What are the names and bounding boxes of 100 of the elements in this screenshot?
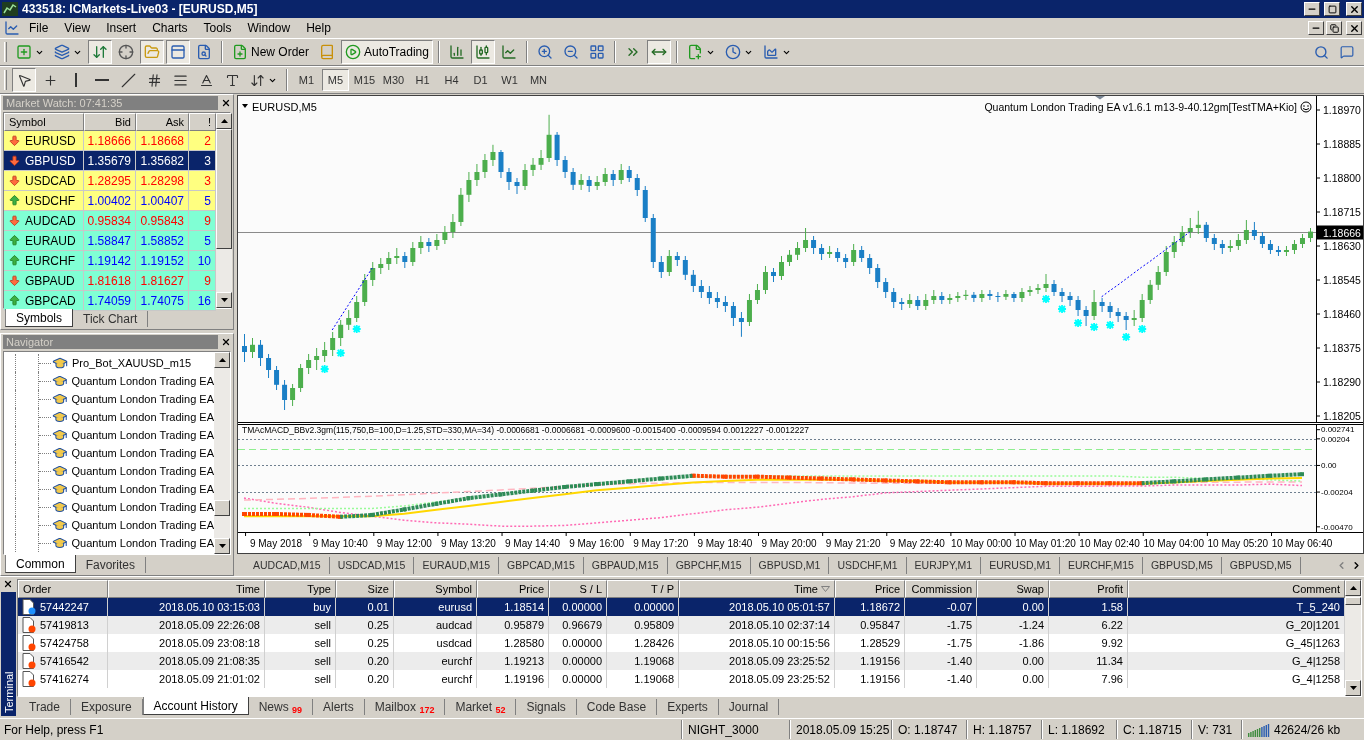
- scrollbar-thumb[interactable]: [216, 129, 232, 249]
- column-header[interactable]: Commission: [905, 580, 977, 598]
- column-header[interactable]: Price: [477, 580, 549, 598]
- tree-item[interactable]: Quantum London Trading EA: [71, 375, 214, 387]
- toolbar-button[interactable]: [140, 40, 164, 64]
- column-header[interactable]: Symbol: [394, 580, 477, 598]
- menu-item[interactable]: View: [57, 19, 98, 37]
- tab[interactable]: Favorites: [75, 557, 147, 573]
- chart-tab[interactable]: AUDCAD,M15: [245, 556, 330, 574]
- close-icon[interactable]: [221, 337, 231, 347]
- tab[interactable]: Account History: [142, 697, 249, 715]
- quote-row[interactable]: GBPUSD 1.35679 1.35682 3: [4, 151, 216, 171]
- chart-tab[interactable]: EURJPY,M1: [906, 556, 982, 574]
- vertical-scrollbar[interactable]: [214, 352, 230, 554]
- timeframe-button[interactable]: M15: [351, 69, 378, 91]
- column-header[interactable]: Swap: [977, 580, 1049, 598]
- chart-tab[interactable]: EURCHF,M15: [1060, 556, 1143, 574]
- toolbar-button[interactable]: [88, 40, 112, 64]
- toolbar-button[interactable]: [470, 40, 495, 64]
- scroll-up-button[interactable]: [216, 113, 232, 129]
- column-header[interactable]: Size: [336, 580, 394, 598]
- menu-item[interactable]: Insert: [99, 19, 144, 37]
- tab[interactable]: Common: [5, 555, 76, 573]
- tree-item[interactable]: Quantum London Trading EA: [71, 501, 214, 513]
- tab[interactable]: Signals: [516, 699, 577, 715]
- close-button[interactable]: [1346, 21, 1362, 35]
- column-header[interactable]: !: [189, 113, 216, 131]
- tab[interactable]: Tick Chart: [73, 311, 149, 327]
- chart-tab[interactable]: GBPCHF,M15: [667, 556, 751, 574]
- tree-item[interactable]: Quantum London Trading EA: [71, 483, 214, 495]
- column-header[interactable]: T / P: [607, 580, 679, 598]
- column-header[interactable]: Type: [265, 580, 336, 598]
- quote-row[interactable]: GBPAUD 1.81618 1.81627 9: [4, 271, 216, 291]
- quote-row[interactable]: USDCAD 1.28295 1.28298 3: [4, 171, 216, 191]
- tab[interactable]: Symbols: [5, 309, 73, 327]
- chart-tab[interactable]: GBPUSD,M1: [750, 556, 830, 574]
- column-header[interactable]: Ask: [136, 113, 189, 131]
- scroll-down-button[interactable]: [214, 538, 230, 554]
- tab[interactable]: Trade: [19, 699, 71, 715]
- quote-row[interactable]: EURAUD 1.58847 1.58852 5: [4, 231, 216, 251]
- timeframe-button[interactable]: M30: [380, 69, 407, 91]
- toolbar-button[interactable]: [12, 68, 36, 92]
- menu-item[interactable]: File: [22, 19, 56, 37]
- chart-tab[interactable]: GBPAUD,M15: [583, 556, 668, 574]
- tree-item[interactable]: Quantum London Trading EA: [71, 393, 214, 405]
- toolbar-button[interactable]: [646, 40, 671, 64]
- timeframe-button[interactable]: MN: [525, 69, 552, 91]
- column-header[interactable]: Order: [18, 580, 108, 598]
- scroll-up-button[interactable]: [214, 352, 230, 368]
- toolbar-button[interactable]: AutoTrading: [341, 40, 433, 64]
- menu-item[interactable]: Window: [240, 19, 298, 37]
- chart-tab[interactable]: USDCHF,M1: [829, 556, 907, 574]
- timeframe-button[interactable]: H4: [438, 69, 465, 91]
- tree-item[interactable]: Quantum London Trading EA: [71, 447, 214, 459]
- maximize-button[interactable]: [1324, 2, 1340, 16]
- tab[interactable]: News 99: [248, 699, 313, 715]
- scrollbar-thumb[interactable]: [214, 500, 230, 516]
- tab[interactable]: Alerts: [313, 699, 365, 715]
- timeframe-button[interactable]: M5: [322, 69, 349, 91]
- timeframe-button[interactable]: H1: [409, 69, 436, 91]
- tab[interactable]: Market 52: [445, 699, 517, 715]
- column-header[interactable]: S / L: [549, 580, 607, 598]
- menu-item[interactable]: Help: [299, 19, 338, 37]
- close-icon[interactable]: [221, 98, 231, 108]
- close-icon[interactable]: [3, 579, 13, 589]
- chart-tab[interactable]: GBPUSD,M5: [1221, 556, 1301, 574]
- column-header[interactable]: Time: [108, 580, 265, 598]
- chart-tab[interactable]: GBPUSD,M5: [1142, 556, 1222, 574]
- tree-item[interactable]: Quantum London Trading EA: [71, 429, 214, 441]
- minimize-button[interactable]: [1304, 2, 1320, 16]
- close-button[interactable]: [1346, 2, 1362, 16]
- quote-row[interactable]: EURUSD 1.18666 1.18668 2: [4, 131, 216, 151]
- chart-tab[interactable]: EURUSD,M1: [981, 556, 1060, 574]
- quote-row[interactable]: USDCHF 1.00402 1.00407 5: [4, 191, 216, 211]
- tab[interactable]: Code Base: [576, 699, 658, 715]
- column-header[interactable]: Symbol: [4, 113, 84, 131]
- chart-tab[interactable]: EURAUD,M15: [414, 556, 500, 574]
- column-header[interactable]: Price: [835, 580, 905, 598]
- tree-item[interactable]: Pro_Bot_XAUUSD_m15: [72, 357, 192, 369]
- column-header[interactable]: Profit: [1049, 580, 1128, 598]
- quote-row[interactable]: GBPCAD 1.74059 1.74075 16: [4, 291, 216, 311]
- menu-item[interactable]: Charts: [145, 19, 195, 37]
- tree-item[interactable]: Quantum London Trading EA: [71, 465, 214, 477]
- table-row[interactable]: 57419813 2018.05.09 22:26:08 sell 0.25 audcad 0.95879 0.96679 0.95809 2018.05.10 02:37:14 0.95847 -1.75 -1.24 6.22 G_20|1201: [18, 616, 1345, 634]
- table-row[interactable]: 57416542 2018.05.09 21:08:35 sell 0.20 eurchf 1.19213 0.00000 1.19068 2018.05.09 23:25:52 1.19156 -1.40 0.00 11.34 G_4|1258: [18, 652, 1345, 670]
- tab[interactable]: Experts: [657, 699, 719, 715]
- tab[interactable]: Exposure: [70, 699, 143, 715]
- timeframe-button[interactable]: D1: [467, 69, 494, 91]
- chart-tab[interactable]: USDCAD,M15: [329, 556, 415, 574]
- tree-item[interactable]: Quantum London Trading EA: [71, 519, 214, 531]
- vertical-scrollbar[interactable]: [1345, 580, 1361, 696]
- quote-row[interactable]: AUDCAD 0.95834 0.95843 9: [4, 211, 216, 231]
- table-row[interactable]: 57442247 2018.05.10 03:15:03 buy 0.01 eurusd 1.18514 0.00000 0.00000 2018.05.10 05:01:57 1.18672 -0.07 0.00 1.58 T_5_240: [18, 598, 1345, 616]
- tree-item[interactable]: Quantum London Trading EA: [71, 537, 214, 549]
- quote-row[interactable]: EURCHF 1.19142 1.19152 10: [4, 251, 216, 271]
- vertical-scrollbar[interactable]: [216, 113, 232, 308]
- scrollbar-thumb[interactable]: [1345, 597, 1361, 605]
- scroll-up-button[interactable]: [1345, 580, 1361, 596]
- restore-button[interactable]: [1326, 21, 1342, 35]
- column-header[interactable]: Bid: [84, 113, 136, 131]
